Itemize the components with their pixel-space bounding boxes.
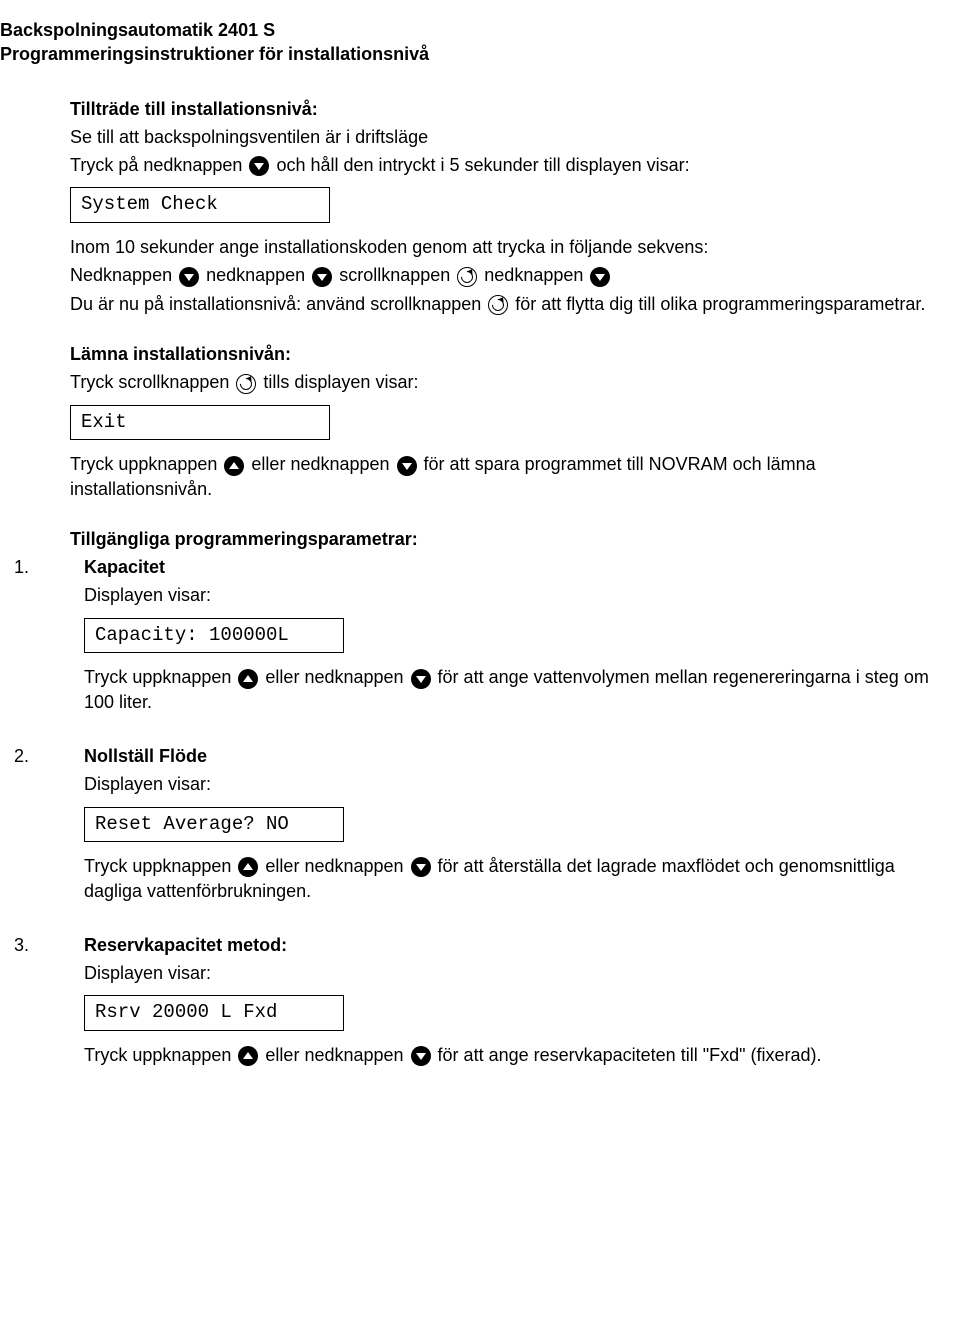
body-content: Tillträde till installationsnivå: Se til… xyxy=(70,97,946,552)
item-1-line1: Displayen visar: xyxy=(84,583,946,607)
item-3: 3. Reservkapacitet metod: Displayen visa… xyxy=(0,933,946,1072)
down-icon xyxy=(590,267,610,287)
header-line2: Programmeringsinstruktioner för installa… xyxy=(0,42,946,66)
header-line1: Backspolningsautomatik 2401 S xyxy=(0,18,946,42)
up-icon xyxy=(224,456,244,476)
params-title: Tillgängliga programmeringsparametrar: xyxy=(70,527,946,551)
display-reset-avg: Reset Average? NO xyxy=(84,807,344,843)
item-3-num: 3. xyxy=(0,933,84,957)
access-line3: Inom 10 sekunder ange installationskoden… xyxy=(70,235,946,259)
access-line5: Du är nu på installationsnivå: använd sc… xyxy=(70,292,946,316)
access-title: Tillträde till installationsnivå: xyxy=(70,97,946,121)
down-icon xyxy=(312,267,332,287)
display-system-check: System Check xyxy=(70,187,330,223)
item-2-num: 2. xyxy=(0,744,84,768)
item-3-line1: Displayen visar: xyxy=(84,961,946,985)
item-3-title: Reservkapacitet metod: xyxy=(84,933,946,957)
down-icon xyxy=(411,1046,431,1066)
display-capacity: Capacity: 100000L xyxy=(84,618,344,654)
item-2: 2. Nollställ Flöde Displayen visar: Rese… xyxy=(0,744,946,907)
item-2-line2: Tryck uppknappen eller nedknappen för at… xyxy=(84,854,946,903)
leave-title: Lämna installationsnivån: xyxy=(70,342,946,366)
up-icon xyxy=(238,1046,258,1066)
display-rsrv: Rsrv 20000 L Fxd xyxy=(84,995,344,1031)
item-2-line1: Displayen visar: xyxy=(84,772,946,796)
item-3-line2: Tryck uppknappen eller nedknappen för at… xyxy=(84,1043,946,1067)
down-icon xyxy=(249,156,269,176)
up-icon xyxy=(238,669,258,689)
down-icon xyxy=(411,669,431,689)
down-icon xyxy=(179,267,199,287)
access-line1: Se till att backspolningsventilen är i d… xyxy=(70,125,946,149)
scroll-icon xyxy=(488,295,508,315)
scroll-icon xyxy=(457,267,477,287)
access-section: Tillträde till installationsnivå: Se til… xyxy=(70,97,946,316)
item-2-title: Nollställ Flöde xyxy=(84,744,946,768)
down-icon xyxy=(411,857,431,877)
up-icon xyxy=(238,857,258,877)
leave-section: Lämna installationsnivån: Tryck scrollkn… xyxy=(70,342,946,501)
display-exit: Exit xyxy=(70,405,330,441)
leave-line2: Tryck uppknappen eller nedknappen för at… xyxy=(70,452,946,501)
item-1-title: Kapacitet xyxy=(84,555,946,579)
document-header: Backspolningsautomatik 2401 S Programmer… xyxy=(0,18,946,67)
item-1-line2: Tryck uppknappen eller nedknappen för at… xyxy=(84,665,946,714)
leave-line1: Tryck scrollknappen tills displayen visa… xyxy=(70,370,946,394)
down-icon xyxy=(397,456,417,476)
access-sequence: Nedknappen nedknappen scrollknappen nedk… xyxy=(70,263,946,287)
item-1: 1. Kapacitet Displayen visar: Capacity: … xyxy=(0,555,946,718)
item-1-num: 1. xyxy=(0,555,84,579)
scroll-icon xyxy=(236,374,256,394)
access-line2: Tryck på nedknappen och håll den intryck… xyxy=(70,153,946,177)
